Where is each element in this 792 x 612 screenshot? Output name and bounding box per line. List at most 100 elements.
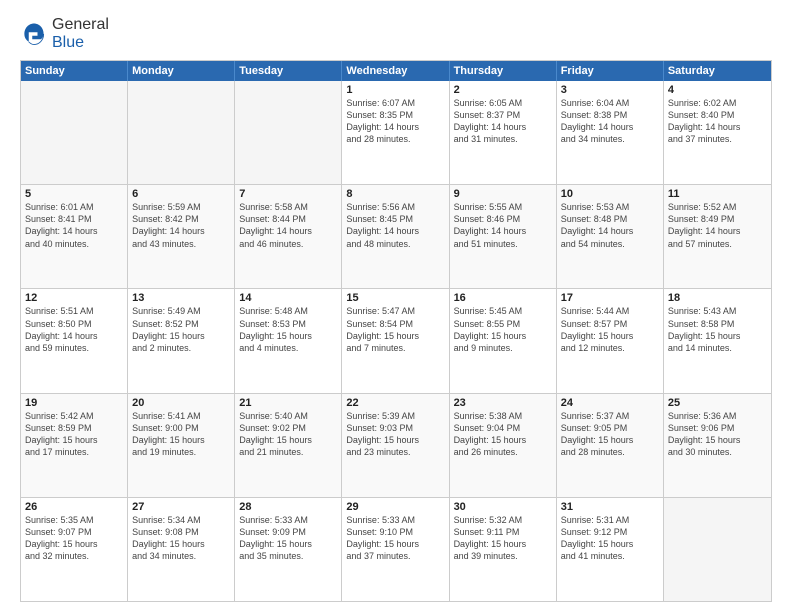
day-info: Sunrise: 5:44 AM Sunset: 8:57 PM Dayligh… <box>561 305 659 354</box>
week-row-3: 19Sunrise: 5:42 AM Sunset: 8:59 PM Dayli… <box>21 393 771 497</box>
day-cell-30: 30Sunrise: 5:32 AM Sunset: 9:11 PM Dayli… <box>450 498 557 601</box>
day-info: Sunrise: 6:07 AM Sunset: 8:35 PM Dayligh… <box>346 97 444 146</box>
day-cell-15: 15Sunrise: 5:47 AM Sunset: 8:54 PM Dayli… <box>342 289 449 392</box>
day-number: 27 <box>132 501 230 513</box>
day-info: Sunrise: 5:36 AM Sunset: 9:06 PM Dayligh… <box>668 410 767 459</box>
day-info: Sunrise: 5:43 AM Sunset: 8:58 PM Dayligh… <box>668 305 767 354</box>
day-cell-6: 6Sunrise: 5:59 AM Sunset: 8:42 PM Daylig… <box>128 185 235 288</box>
day-info: Sunrise: 5:52 AM Sunset: 8:49 PM Dayligh… <box>668 201 767 250</box>
day-cell-29: 29Sunrise: 5:33 AM Sunset: 9:10 PM Dayli… <box>342 498 449 601</box>
logo-icon <box>20 20 48 48</box>
week-row-0: 1Sunrise: 6:07 AM Sunset: 8:35 PM Daylig… <box>21 81 771 184</box>
day-cell-14: 14Sunrise: 5:48 AM Sunset: 8:53 PM Dayli… <box>235 289 342 392</box>
weekday-header-tuesday: Tuesday <box>235 61 342 81</box>
weekday-header-sunday: Sunday <box>21 61 128 81</box>
day-cell-19: 19Sunrise: 5:42 AM Sunset: 8:59 PM Dayli… <box>21 394 128 497</box>
day-number: 11 <box>668 188 767 200</box>
day-cell-22: 22Sunrise: 5:39 AM Sunset: 9:03 PM Dayli… <box>342 394 449 497</box>
week-row-1: 5Sunrise: 6:01 AM Sunset: 8:41 PM Daylig… <box>21 184 771 288</box>
weekday-header-wednesday: Wednesday <box>342 61 449 81</box>
day-number: 9 <box>454 188 552 200</box>
day-info: Sunrise: 5:58 AM Sunset: 8:44 PM Dayligh… <box>239 201 337 250</box>
day-number: 10 <box>561 188 659 200</box>
empty-cell <box>664 498 771 601</box>
empty-cell <box>235 81 342 184</box>
calendar-body: 1Sunrise: 6:07 AM Sunset: 8:35 PM Daylig… <box>21 81 771 601</box>
day-cell-20: 20Sunrise: 5:41 AM Sunset: 9:00 PM Dayli… <box>128 394 235 497</box>
day-number: 13 <box>132 292 230 304</box>
day-info: Sunrise: 5:56 AM Sunset: 8:45 PM Dayligh… <box>346 201 444 250</box>
day-number: 25 <box>668 397 767 409</box>
day-info: Sunrise: 5:33 AM Sunset: 9:09 PM Dayligh… <box>239 514 337 563</box>
day-cell-11: 11Sunrise: 5:52 AM Sunset: 8:49 PM Dayli… <box>664 185 771 288</box>
week-row-2: 12Sunrise: 5:51 AM Sunset: 8:50 PM Dayli… <box>21 288 771 392</box>
weekday-header-friday: Friday <box>557 61 664 81</box>
day-cell-24: 24Sunrise: 5:37 AM Sunset: 9:05 PM Dayli… <box>557 394 664 497</box>
calendar: SundayMondayTuesdayWednesdayThursdayFrid… <box>20 60 772 602</box>
day-number: 19 <box>25 397 123 409</box>
day-info: Sunrise: 6:04 AM Sunset: 8:38 PM Dayligh… <box>561 97 659 146</box>
day-cell-2: 2Sunrise: 6:05 AM Sunset: 8:37 PM Daylig… <box>450 81 557 184</box>
header: General Blue <box>20 16 772 52</box>
day-number: 17 <box>561 292 659 304</box>
empty-cell <box>21 81 128 184</box>
logo-blue: Blue <box>52 34 84 51</box>
day-cell-7: 7Sunrise: 5:58 AM Sunset: 8:44 PM Daylig… <box>235 185 342 288</box>
day-info: Sunrise: 5:33 AM Sunset: 9:10 PM Dayligh… <box>346 514 444 563</box>
day-info: Sunrise: 5:38 AM Sunset: 9:04 PM Dayligh… <box>454 410 552 459</box>
day-info: Sunrise: 5:35 AM Sunset: 9:07 PM Dayligh… <box>25 514 123 563</box>
day-number: 8 <box>346 188 444 200</box>
day-cell-12: 12Sunrise: 5:51 AM Sunset: 8:50 PM Dayli… <box>21 289 128 392</box>
day-info: Sunrise: 5:40 AM Sunset: 9:02 PM Dayligh… <box>239 410 337 459</box>
day-cell-10: 10Sunrise: 5:53 AM Sunset: 8:48 PM Dayli… <box>557 185 664 288</box>
day-info: Sunrise: 5:55 AM Sunset: 8:46 PM Dayligh… <box>454 201 552 250</box>
day-cell-17: 17Sunrise: 5:44 AM Sunset: 8:57 PM Dayli… <box>557 289 664 392</box>
day-number: 31 <box>561 501 659 513</box>
weekday-header-saturday: Saturday <box>664 61 771 81</box>
empty-cell <box>128 81 235 184</box>
weekday-header-thursday: Thursday <box>450 61 557 81</box>
day-info: Sunrise: 5:32 AM Sunset: 9:11 PM Dayligh… <box>454 514 552 563</box>
day-info: Sunrise: 5:39 AM Sunset: 9:03 PM Dayligh… <box>346 410 444 459</box>
day-number: 22 <box>346 397 444 409</box>
day-number: 1 <box>346 84 444 96</box>
day-info: Sunrise: 5:59 AM Sunset: 8:42 PM Dayligh… <box>132 201 230 250</box>
day-cell-4: 4Sunrise: 6:02 AM Sunset: 8:40 PM Daylig… <box>664 81 771 184</box>
day-number: 12 <box>25 292 123 304</box>
day-cell-16: 16Sunrise: 5:45 AM Sunset: 8:55 PM Dayli… <box>450 289 557 392</box>
day-number: 7 <box>239 188 337 200</box>
day-number: 6 <box>132 188 230 200</box>
day-number: 20 <box>132 397 230 409</box>
day-info: Sunrise: 5:48 AM Sunset: 8:53 PM Dayligh… <box>239 305 337 354</box>
day-number: 3 <box>561 84 659 96</box>
day-cell-23: 23Sunrise: 5:38 AM Sunset: 9:04 PM Dayli… <box>450 394 557 497</box>
day-number: 26 <box>25 501 123 513</box>
day-number: 15 <box>346 292 444 304</box>
weekday-header-monday: Monday <box>128 61 235 81</box>
day-cell-31: 31Sunrise: 5:31 AM Sunset: 9:12 PM Dayli… <box>557 498 664 601</box>
day-cell-5: 5Sunrise: 6:01 AM Sunset: 8:41 PM Daylig… <box>21 185 128 288</box>
day-number: 14 <box>239 292 337 304</box>
day-info: Sunrise: 6:02 AM Sunset: 8:40 PM Dayligh… <box>668 97 767 146</box>
logo-text: General Blue <box>52 16 109 52</box>
week-row-4: 26Sunrise: 5:35 AM Sunset: 9:07 PM Dayli… <box>21 497 771 601</box>
day-cell-8: 8Sunrise: 5:56 AM Sunset: 8:45 PM Daylig… <box>342 185 449 288</box>
day-info: Sunrise: 5:34 AM Sunset: 9:08 PM Dayligh… <box>132 514 230 563</box>
day-info: Sunrise: 6:01 AM Sunset: 8:41 PM Dayligh… <box>25 201 123 250</box>
day-number: 16 <box>454 292 552 304</box>
day-number: 28 <box>239 501 337 513</box>
logo-general: General <box>52 16 109 33</box>
day-number: 21 <box>239 397 337 409</box>
day-cell-28: 28Sunrise: 5:33 AM Sunset: 9:09 PM Dayli… <box>235 498 342 601</box>
day-cell-3: 3Sunrise: 6:04 AM Sunset: 8:38 PM Daylig… <box>557 81 664 184</box>
day-number: 4 <box>668 84 767 96</box>
day-number: 24 <box>561 397 659 409</box>
day-info: Sunrise: 5:47 AM Sunset: 8:54 PM Dayligh… <box>346 305 444 354</box>
day-cell-13: 13Sunrise: 5:49 AM Sunset: 8:52 PM Dayli… <box>128 289 235 392</box>
logo: General Blue <box>20 16 109 52</box>
day-info: Sunrise: 5:37 AM Sunset: 9:05 PM Dayligh… <box>561 410 659 459</box>
day-info: Sunrise: 5:53 AM Sunset: 8:48 PM Dayligh… <box>561 201 659 250</box>
page: General Blue SundayMondayTuesdayWednesda… <box>0 0 792 612</box>
day-info: Sunrise: 5:49 AM Sunset: 8:52 PM Dayligh… <box>132 305 230 354</box>
day-info: Sunrise: 6:05 AM Sunset: 8:37 PM Dayligh… <box>454 97 552 146</box>
